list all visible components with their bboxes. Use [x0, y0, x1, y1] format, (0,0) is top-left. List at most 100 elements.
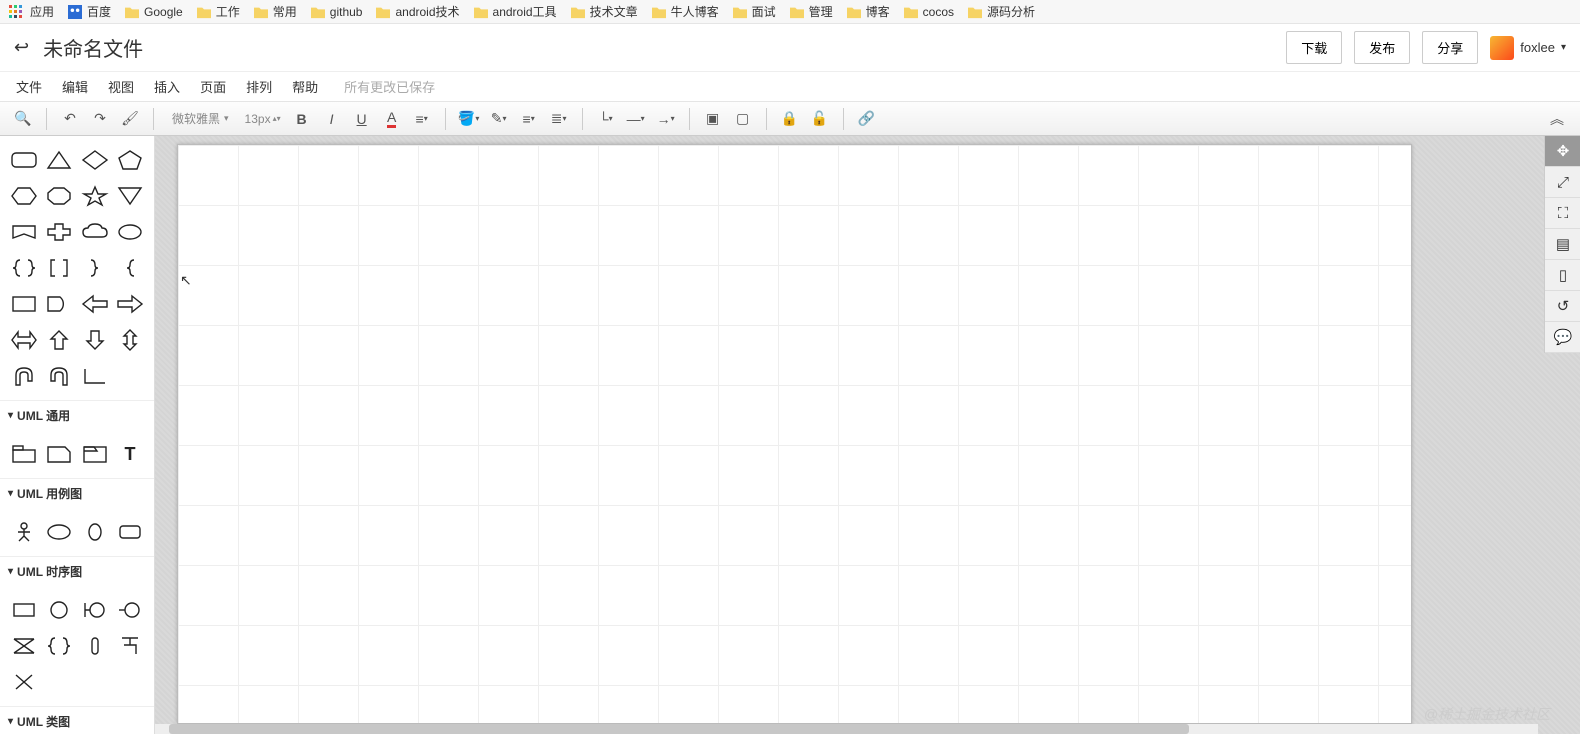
undo-icon[interactable]: ↶ [57, 106, 83, 132]
shape-bracket[interactable] [42, 250, 78, 286]
shape-seq-bar[interactable] [77, 628, 113, 664]
shape-uml-package[interactable] [6, 436, 42, 472]
menu-help[interactable]: 帮助 [292, 77, 318, 96]
line-width-icon[interactable]: ≣▾ [546, 106, 572, 132]
bookmark-item-8[interactable]: 面试 [733, 3, 776, 20]
line-style-icon[interactable]: ≡▾ [516, 106, 542, 132]
bookmark-item-11[interactable]: cocos [904, 5, 954, 19]
arrow-type-icon[interactable]: →▾ [653, 106, 679, 132]
shape-plus[interactable] [42, 214, 78, 250]
link-icon[interactable]: 🔗 [854, 106, 880, 132]
shape-arrow-both[interactable] [6, 322, 42, 358]
bookmark-item-4[interactable]: android技术 [376, 3, 459, 20]
shape-seq-lifeline-circle[interactable] [42, 592, 78, 628]
italic-icon[interactable]: I [319, 106, 345, 132]
shape-arrow-down[interactable] [77, 322, 113, 358]
shape-arrow-left[interactable] [77, 286, 113, 322]
bookmark-item-12[interactable]: 源码分析 [968, 3, 1035, 20]
shape-seq-activation[interactable] [6, 628, 42, 664]
page-icon[interactable]: ▯ [1545, 260, 1580, 291]
underline-icon[interactable]: U [349, 106, 375, 132]
back-arrow-icon[interactable]: ↩ [14, 37, 29, 58]
search-icon[interactable]: 🔍 [10, 106, 36, 132]
category-uml-general[interactable]: UML 通用 [0, 400, 154, 430]
font-family-select[interactable]: 微软雅黑 ▾ [164, 110, 237, 127]
shape-triangle[interactable] [42, 142, 78, 178]
font-size-select[interactable]: 13px ▴▾ [241, 112, 285, 126]
shape-octagon[interactable] [42, 178, 78, 214]
category-uml-sequence[interactable]: UML 时序图 [0, 556, 154, 586]
shape-brace-right[interactable] [77, 250, 113, 286]
menu-edit[interactable]: 编辑 [62, 77, 88, 96]
align-icon[interactable]: ≡▾ [409, 106, 435, 132]
shape-corner[interactable] [77, 358, 113, 394]
crop-icon[interactable]: ⛶ [1545, 198, 1580, 229]
format-painter-icon[interactable]: 🖌 [117, 106, 143, 132]
shape-seq-control[interactable] [113, 592, 149, 628]
user-menu[interactable]: foxlee ▾ [1490, 36, 1566, 60]
bookmark-item-1[interactable]: 工作 [197, 3, 240, 20]
menu-view[interactable]: 视图 [108, 77, 134, 96]
shape-banner[interactable] [6, 214, 42, 250]
shape-seq-destroy[interactable] [113, 628, 149, 664]
shape-uml-frame[interactable] [77, 436, 113, 472]
shape-rounded-rect[interactable] [6, 142, 42, 178]
bookmark-item-0[interactable]: Google [125, 5, 183, 19]
shape-uml-note[interactable] [42, 436, 78, 472]
category-uml-usecase[interactable]: UML 用例图 [0, 478, 154, 508]
shape-usecase-oval[interactable] [77, 514, 113, 550]
bookmark-item-7[interactable]: 牛人博客 [652, 3, 719, 20]
bookmark-item-3[interactable]: github [311, 5, 363, 19]
bookmark-item-2[interactable]: 常用 [254, 3, 297, 20]
shape-document[interactable] [6, 286, 42, 322]
horizontal-scrollbar[interactable] [155, 724, 1538, 734]
bookmark-item-5[interactable]: android工具 [474, 3, 557, 20]
shape-inverted-triangle[interactable] [113, 178, 149, 214]
line-dash-icon[interactable]: —▾ [623, 106, 649, 132]
category-uml-class[interactable]: UML 类图 [0, 706, 154, 734]
shape-seq-lifeline-rect[interactable] [6, 592, 42, 628]
bookmark-apps[interactable]: 应用 [30, 3, 54, 20]
line-color-icon[interactable]: ✎▾ [486, 106, 512, 132]
shape-pentagon[interactable] [113, 142, 149, 178]
redo-icon[interactable]: ↷ [87, 106, 113, 132]
shape-cloud[interactable] [77, 214, 113, 250]
canvas-area[interactable] [155, 136, 1580, 734]
bold-icon[interactable]: B [289, 106, 315, 132]
metrics-icon[interactable]: ⤢ [1545, 167, 1580, 198]
shape-diamond[interactable] [77, 142, 113, 178]
navigator-icon[interactable]: ✥ [1545, 136, 1580, 167]
shape-usecase-rect[interactable] [113, 514, 149, 550]
send-back-icon[interactable]: ▢ [730, 106, 756, 132]
shape-arrow-updown[interactable] [113, 322, 149, 358]
font-color-icon[interactable]: A [379, 106, 405, 132]
menu-file[interactable]: 文件 [16, 77, 42, 96]
shape-half-circle[interactable] [42, 286, 78, 322]
menu-arrange[interactable]: 排列 [246, 77, 272, 96]
outline-icon[interactable]: ▤ [1545, 229, 1580, 260]
shape-arrow-right[interactable] [113, 286, 149, 322]
shape-seq-boundary[interactable] [77, 592, 113, 628]
bookmark-item-6[interactable]: 技术文章 [571, 3, 638, 20]
bookmark-baidu[interactable]: 百度 [68, 3, 111, 20]
publish-button[interactable]: 发布 [1354, 31, 1410, 64]
canvas-page[interactable] [177, 144, 1412, 724]
shape-star[interactable] [77, 178, 113, 214]
fill-color-icon[interactable]: 🪣▾ [456, 106, 482, 132]
share-button[interactable]: 分享 [1422, 31, 1478, 64]
collapse-toolbar-icon[interactable]: ︽ [1544, 106, 1570, 132]
shape-uturn-right[interactable] [42, 358, 78, 394]
shape-usecase-ellipse[interactable] [42, 514, 78, 550]
document-title[interactable]: 未命名文件 [43, 33, 143, 62]
bookmark-item-9[interactable]: 管理 [790, 3, 833, 20]
connector-type-icon[interactable]: └▾ [593, 106, 619, 132]
bring-front-icon[interactable]: ▣ [700, 106, 726, 132]
download-button[interactable]: 下载 [1286, 31, 1342, 64]
comments-icon[interactable]: 💬 [1545, 322, 1580, 353]
shape-actor[interactable] [6, 514, 42, 550]
apps-icon[interactable] [8, 4, 24, 20]
shape-seq-cross[interactable] [6, 664, 42, 700]
menu-page[interactable]: 页面 [200, 77, 226, 96]
shape-arrow-up[interactable] [42, 322, 78, 358]
shape-hexagon[interactable] [6, 178, 42, 214]
